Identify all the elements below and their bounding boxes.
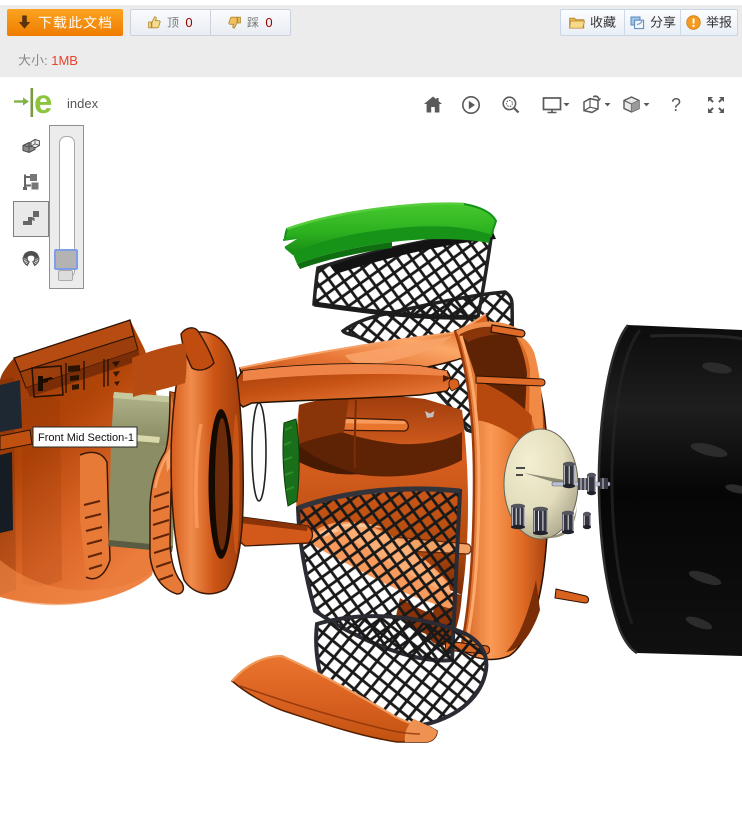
svg-text:?: ?: [671, 95, 681, 115]
svg-text:e: e: [34, 86, 52, 120]
svg-text:Front Mid Section-1: Front Mid Section-1: [38, 432, 134, 444]
